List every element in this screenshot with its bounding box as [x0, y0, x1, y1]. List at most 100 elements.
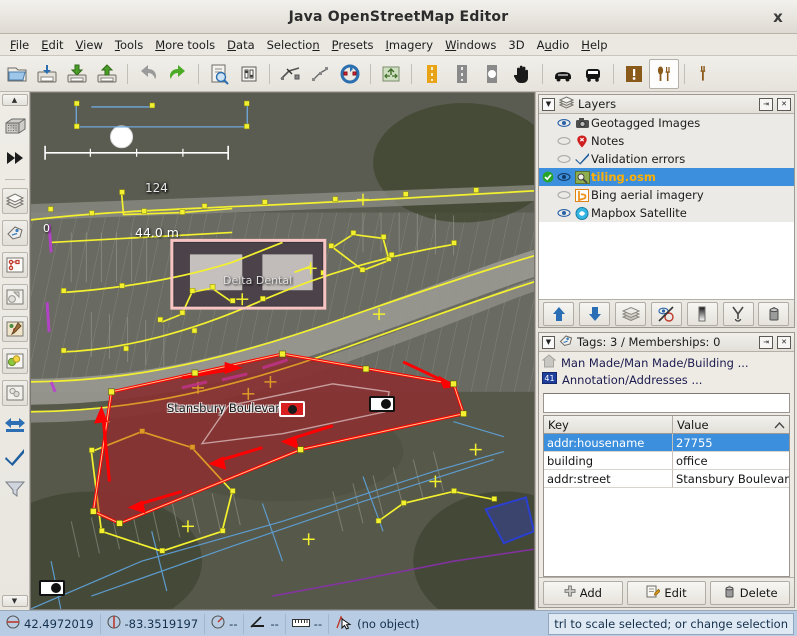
visibility-eye-icon[interactable] — [555, 172, 573, 182]
command-stack-icon[interactable] — [1, 380, 28, 406]
highway-service-icon[interactable] — [447, 59, 477, 89]
selection-panel-icon[interactable] — [1, 284, 28, 310]
menu-file[interactable]: FFileile — [4, 36, 35, 54]
filter-funnel-icon[interactable] — [2, 476, 28, 502]
layer-row-mapbox-satellite[interactable]: Mapbox Satellite — [539, 204, 794, 222]
move-layer-up-button[interactable] — [543, 301, 575, 326]
table-row[interactable]: addr:street Stansbury Boulevard — [544, 470, 789, 488]
status-latitude[interactable]: 42.4972019 — [0, 613, 101, 634]
menu-selection[interactable]: Selection — [261, 36, 326, 54]
upload-icon[interactable] — [92, 59, 122, 89]
menu-windows[interactable]: Windows — [439, 36, 502, 54]
scroll-up-arrow-icon[interactable]: ▲ — [1, 94, 28, 106]
tag-table[interactable]: Key Value addr:housename 27755 building … — [543, 415, 790, 577]
menu-more-tools[interactable]: More tools — [149, 36, 221, 54]
layers-list[interactable]: Geotagged Images Notes Validation errors… — [539, 114, 794, 299]
preset-link-building[interactable]: Man Made/Man Made/Building ... — [541, 354, 791, 371]
panel-close-icon[interactable]: ✕ — [777, 97, 791, 111]
restaurant-icon[interactable] — [649, 58, 679, 89]
layer-row-geotagged-images[interactable]: Geotagged Images — [539, 114, 794, 132]
split-way-icon[interactable] — [275, 59, 305, 89]
map-marker-mono-2[interactable] — [39, 580, 65, 596]
layer-opacity-button[interactable] — [686, 301, 718, 326]
building-3d-icon[interactable] — [2, 113, 28, 139]
hazard-icon[interactable] — [619, 59, 649, 89]
move-layer-down-button[interactable] — [579, 301, 611, 326]
status-longitude[interactable]: -83.3519197 — [101, 613, 206, 634]
menu-audio[interactable]: Audio — [531, 36, 576, 54]
column-header-key[interactable]: Key — [544, 416, 673, 434]
visibility-eye-icon[interactable] — [555, 208, 573, 218]
relations-panel-icon[interactable] — [1, 252, 28, 278]
panel-menu-icon[interactable]: ▼ — [542, 335, 555, 349]
preferences-icon[interactable] — [234, 59, 264, 89]
menu-help[interactable]: Help — [575, 36, 613, 54]
panel-close-icon[interactable]: ✕ — [777, 335, 791, 349]
search-icon[interactable] — [204, 59, 234, 89]
conflicts-panel-icon[interactable] — [1, 348, 28, 374]
column-header-value[interactable]: Value — [673, 416, 789, 434]
scroll-down-arrow-icon[interactable]: ▼ — [1, 595, 28, 607]
pan-hand-icon[interactable] — [507, 59, 537, 89]
status-distance[interactable]: -- — [286, 613, 330, 634]
duplicate-layer-button[interactable] — [615, 301, 647, 326]
tag-search-input[interactable] — [543, 393, 790, 413]
map-canvas[interactable] — [31, 93, 534, 609]
table-row[interactable]: building office — [544, 452, 789, 470]
map-marker-red[interactable] — [279, 401, 305, 417]
parking-car-icon[interactable] — [548, 59, 578, 89]
redo-icon[interactable] — [163, 59, 193, 89]
validator-icon[interactable] — [2, 444, 28, 470]
combine-way-icon[interactable] — [305, 59, 335, 89]
close-icon[interactable]: x — [769, 8, 787, 26]
changeset-icon[interactable] — [2, 412, 28, 438]
panel-menu-icon[interactable]: ▼ — [542, 97, 555, 111]
table-row[interactable]: addr:housename 27755 — [544, 434, 789, 452]
layer-row-tiling-osm[interactable]: tiling.osm — [539, 168, 794, 186]
authors-panel-icon[interactable] — [1, 316, 28, 342]
delete-layer-button[interactable] — [758, 301, 790, 326]
dock-undock-icon[interactable]: ⇥ — [759, 335, 773, 349]
roundabout-icon[interactable] — [477, 59, 507, 89]
download-along-icon[interactable] — [376, 59, 406, 89]
menu-presets[interactable]: Presets — [326, 36, 380, 54]
add-tag-button[interactable]: Add — [543, 580, 623, 605]
merge-layer-button[interactable] — [722, 301, 754, 326]
layer-row-notes[interactable]: Notes — [539, 132, 794, 150]
visibility-eye-icon[interactable] — [555, 154, 573, 164]
download-icon[interactable] — [62, 59, 92, 89]
status-angle[interactable]: -- — [244, 613, 286, 634]
status-heading[interactable]: -- — [205, 613, 245, 634]
toggle-visibility-button[interactable] — [650, 301, 682, 326]
building-preset-icon — [541, 354, 557, 371]
visibility-eye-icon[interactable] — [555, 190, 573, 200]
menu-tools[interactable]: Tools — [109, 36, 149, 54]
fast-forward-icon[interactable] — [2, 145, 28, 171]
bus-stop-icon[interactable] — [578, 59, 608, 89]
highway-residential-icon[interactable] — [417, 59, 447, 89]
visibility-eye-icon[interactable] — [555, 136, 573, 146]
reverse-way-icon[interactable] — [335, 59, 365, 89]
preset-link-addresses[interactable]: 41 Annotation/Addresses ... — [542, 371, 791, 388]
edit-tag-button[interactable]: Edit — [626, 580, 707, 605]
status-object[interactable]: (no object) — [329, 614, 425, 634]
map-view[interactable]: 124 0 44.0 m Delta Dental Stansbury Boul… — [30, 92, 535, 610]
layers-panel-icon[interactable] — [1, 188, 28, 214]
layer-row-bing-aerial-imagery[interactable]: Bing aerial imagery — [539, 186, 794, 204]
menu-3d[interactable]: 3D — [502, 36, 530, 54]
fast-food-icon[interactable] — [690, 59, 720, 89]
visibility-eye-icon[interactable] — [555, 118, 573, 128]
map-marker-mono[interactable] — [369, 396, 395, 412]
undo-icon[interactable] — [133, 59, 163, 89]
tag-key: addr:housename — [544, 434, 673, 452]
save-icon[interactable] — [32, 59, 62, 89]
menu-imagery[interactable]: Imagery — [380, 36, 440, 54]
menu-view[interactable]: View — [70, 36, 109, 54]
open-icon[interactable] — [2, 59, 32, 89]
menu-edit[interactable]: Edit — [35, 36, 69, 54]
menu-data[interactable]: Data — [221, 36, 260, 54]
layer-row-validation-errors[interactable]: Validation errors — [539, 150, 794, 168]
dock-undock-icon[interactable]: ⇥ — [759, 97, 773, 111]
delete-tag-button[interactable]: Delete — [710, 580, 791, 605]
tags-panel-icon[interactable] — [1, 220, 28, 246]
